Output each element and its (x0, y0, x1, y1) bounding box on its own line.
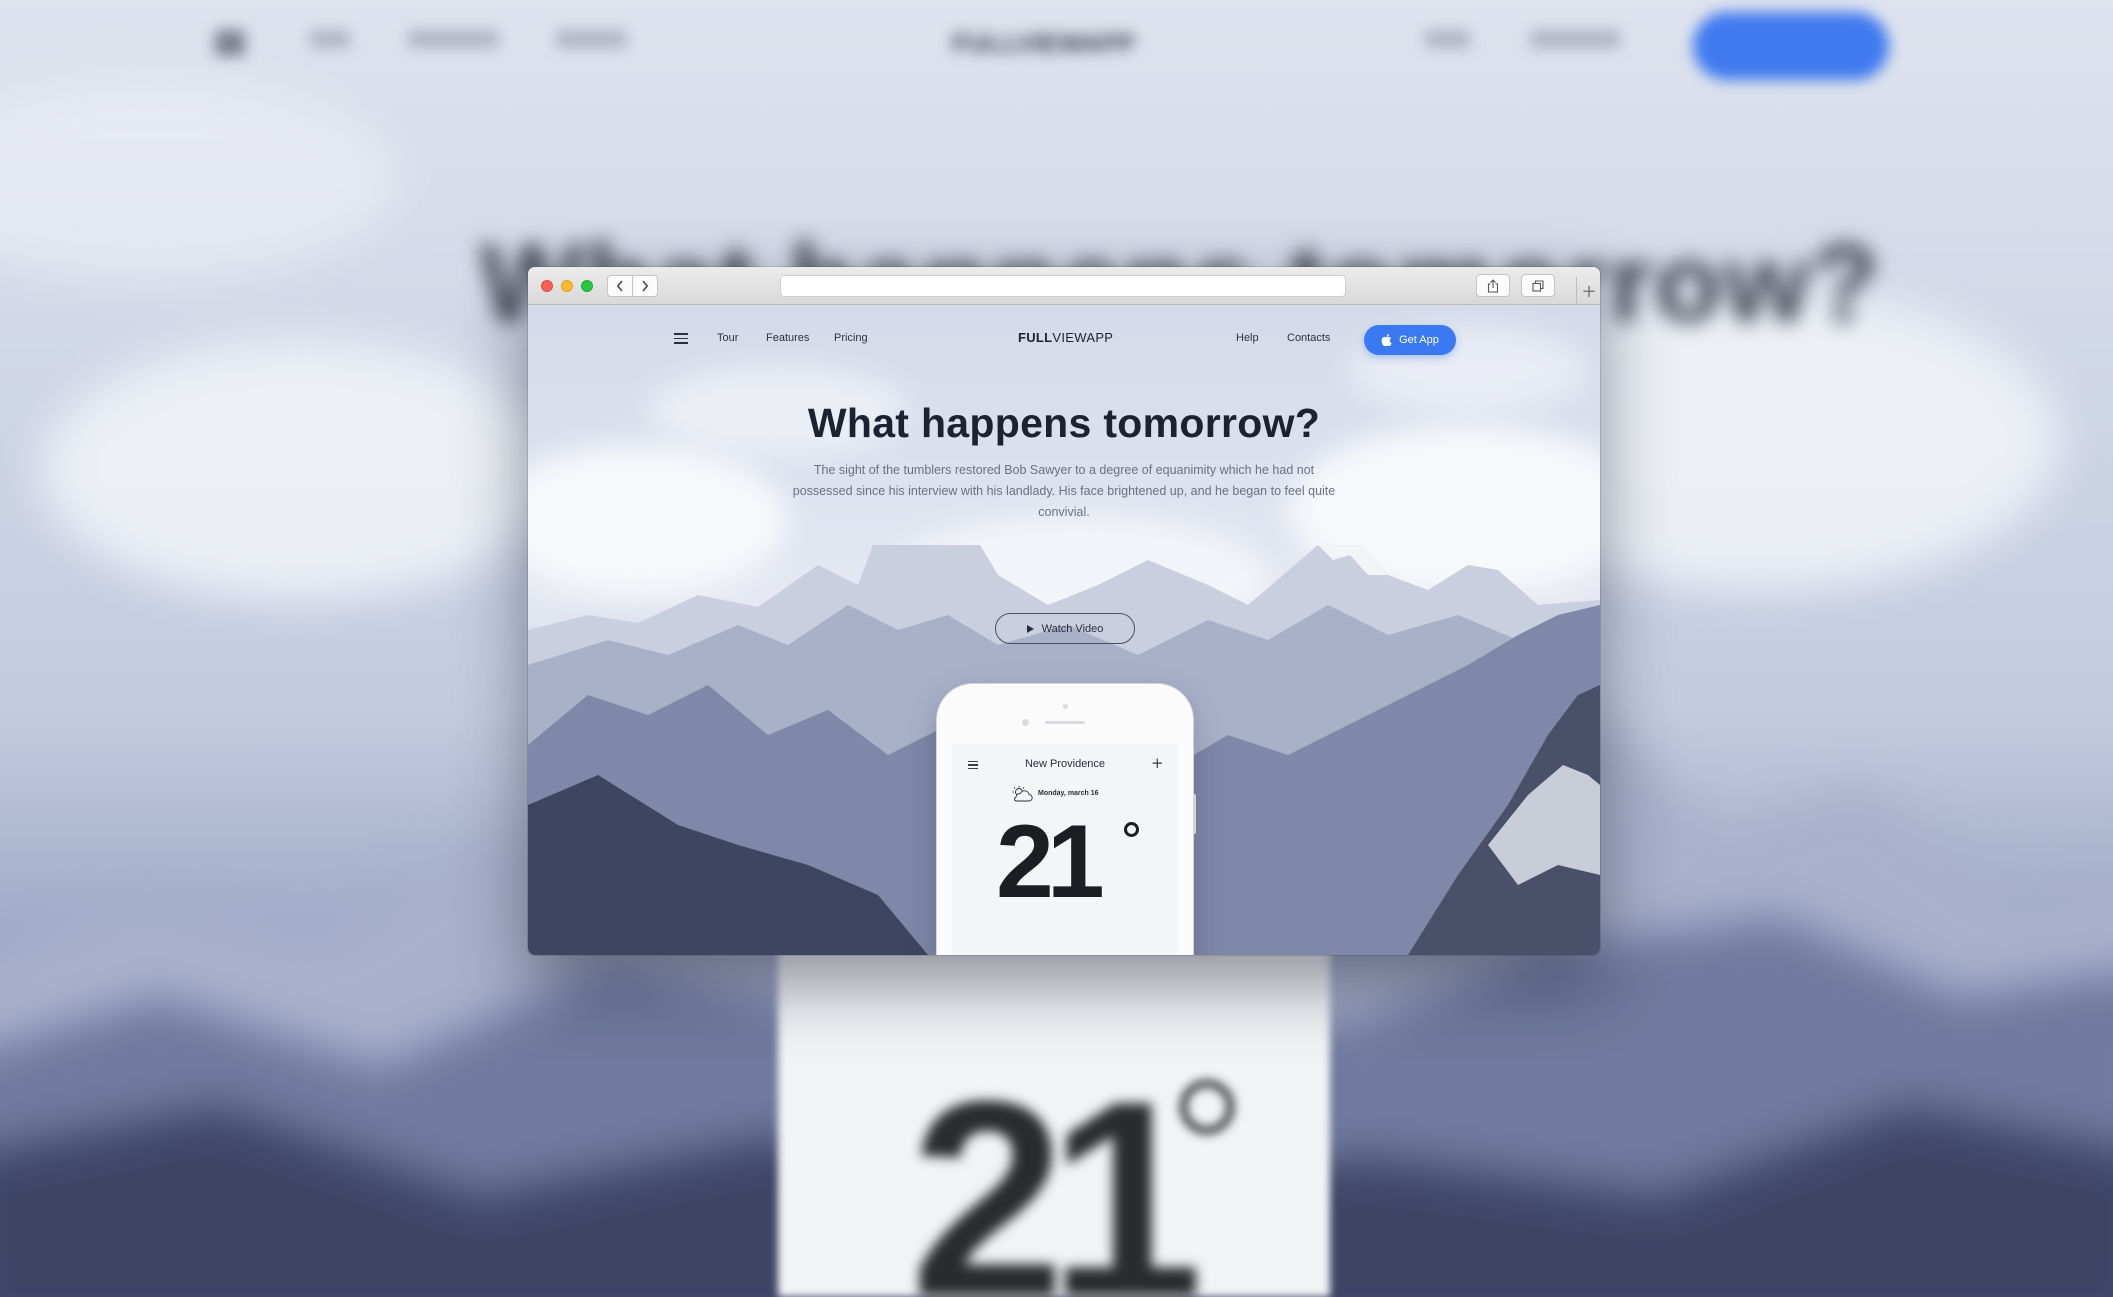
phone-speaker (1045, 721, 1085, 724)
hero-description: The sight of the tumblers restored Bob S… (792, 463, 1336, 519)
show-tabs-button[interactable] (1521, 274, 1555, 297)
hero-headline: What happens tomorrow? (807, 400, 1321, 446)
phone-camera (1022, 719, 1029, 726)
background-temperature: 21 (910, 1044, 1203, 1297)
share-icon (1487, 278, 1499, 293)
zoom-window-button[interactable] (581, 280, 593, 292)
brand-logo-bold: FULL (1018, 330, 1053, 345)
brand-logo-rest: VIEWAPP (1052, 330, 1114, 345)
get-app-button[interactable]: Get App (1364, 325, 1456, 355)
phone-side-button (1193, 794, 1196, 834)
play-icon (1026, 624, 1034, 633)
phone-mockup: New Providence + Monday, march 16 21 (937, 684, 1196, 955)
nav-link-features[interactable]: Features (766, 332, 809, 344)
nav-link-contacts[interactable]: Contacts (1287, 332, 1330, 344)
watch-video-button[interactable]: Watch Video (995, 613, 1135, 644)
brand-logo[interactable]: FULLVIEWAPP (1018, 330, 1113, 345)
nav-link-help[interactable]: Help (1236, 332, 1259, 344)
browser-window: + Tour Features Pricing FULLVIEWAPP Help (528, 267, 1600, 955)
new-tab-button[interactable]: + (1576, 277, 1600, 305)
get-app-label: Get App (1399, 334, 1439, 346)
app-temperature: 21 (996, 804, 1105, 920)
nav-link-pricing[interactable]: Pricing (834, 332, 868, 344)
app-city-name: New Providence (1024, 758, 1106, 770)
forward-button[interactable] (632, 275, 658, 297)
web-page: Tour Features Pricing FULLVIEWAPP Help C… (528, 305, 1600, 955)
app-date: Monday, march 16 (1038, 790, 1099, 797)
phone-sensor (1063, 704, 1068, 709)
minimize-window-button[interactable] (561, 280, 573, 292)
back-button[interactable] (607, 275, 633, 297)
app-add-city-button[interactable]: + (1151, 754, 1164, 772)
share-button[interactable] (1476, 274, 1510, 297)
background-nav: FULLVIEWAPP (0, 0, 2113, 100)
background-brand: FULLVIEWAPP (952, 28, 1135, 58)
background-get-app-button (1693, 12, 1889, 80)
watch-video-label: Watch Video (1041, 622, 1104, 635)
tabs-icon (1532, 279, 1544, 292)
apple-icon (1381, 334, 1392, 346)
site-navbar: Tour Features Pricing FULLVIEWAPP Help C… (528, 305, 1600, 375)
chevron-left-icon (616, 280, 623, 292)
partly-cloudy-icon (1012, 786, 1033, 802)
plus-icon: + (1151, 754, 1164, 772)
close-window-button[interactable] (541, 280, 553, 292)
degree-icon (1124, 822, 1139, 837)
hamburger-icon[interactable] (674, 333, 688, 344)
phone-screen: New Providence + Monday, march 16 21 (952, 744, 1178, 955)
address-bar[interactable] (780, 275, 1346, 297)
background-degree-icon (1180, 1080, 1234, 1134)
chevron-right-icon (642, 280, 649, 292)
plus-icon: + (1581, 280, 1597, 302)
browser-toolbar: + (528, 267, 1600, 305)
nav-link-tour[interactable]: Tour (717, 332, 738, 344)
